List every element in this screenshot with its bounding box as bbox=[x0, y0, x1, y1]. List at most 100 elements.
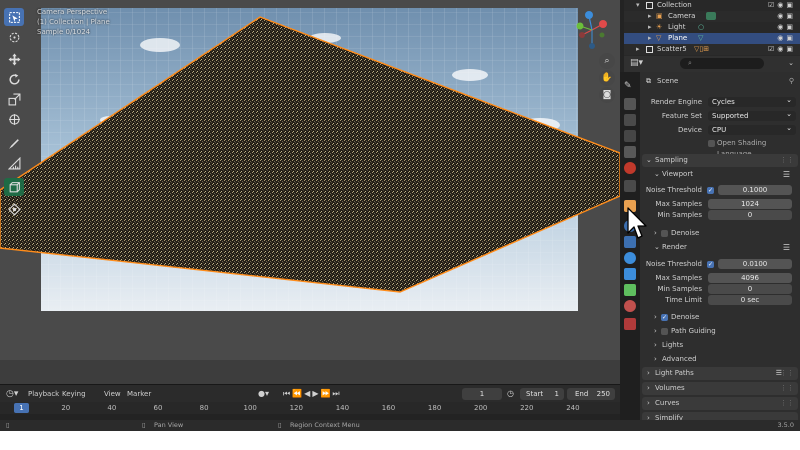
playback-controls-icon[interactable]: ⏮⏪◀▶⏩⏭ bbox=[283, 385, 342, 403]
outliner-row-light[interactable]: ▸ ☀ Light ○ ◉▣ bbox=[624, 22, 800, 33]
expand-arrow-icon[interactable]: ▾ bbox=[636, 0, 640, 11]
simplify-panel-header[interactable]: › Simplify bbox=[642, 412, 798, 420]
vp-min-samples-field[interactable]: 0 bbox=[708, 210, 792, 220]
outliner-row-plane[interactable]: ▸ ▽ Plane ▽ ◉▣ bbox=[624, 33, 800, 44]
vp-noise-threshold-checkbox[interactable]: ✓ bbox=[707, 187, 714, 194]
mesh-object-icon: ▽ bbox=[656, 34, 662, 42]
viewport-subpanel-header[interactable]: ⌄ Viewport ☰ bbox=[640, 169, 800, 180]
scene-tab-icon[interactable] bbox=[624, 146, 636, 158]
r-max-samples-field[interactable]: 4096 bbox=[708, 273, 792, 283]
vp-max-samples-field[interactable]: 1024 bbox=[708, 199, 792, 209]
world-tab-icon[interactable] bbox=[624, 162, 636, 174]
options-chevron-icon[interactable]: ⌄ bbox=[788, 59, 794, 67]
path-guiding-checkbox[interactable] bbox=[661, 328, 668, 335]
expand-arrow-icon[interactable]: ▸ bbox=[648, 11, 652, 22]
cursor-icon[interactable] bbox=[4, 28, 24, 46]
current-frame-field[interactable]: 1 bbox=[462, 388, 502, 400]
outliner-row-collection[interactable]: ▾ Collection ☑◉▣ bbox=[624, 0, 800, 11]
editor-type-clock-icon[interactable]: ◷▾ bbox=[6, 385, 18, 403]
r-denoise-subpanel[interactable]: › ✓ Denoise bbox=[640, 312, 800, 323]
zoom-icon[interactable]: ⌕ bbox=[599, 53, 615, 69]
pin-icon[interactable]: ⚲ bbox=[789, 76, 794, 87]
visibility-toggles-icon[interactable]: ☑◉▣ bbox=[768, 44, 796, 55]
output-tab-icon[interactable] bbox=[624, 114, 636, 126]
vp-min-samples-row: Min Samples 0 bbox=[640, 210, 800, 221]
transform-icon[interactable] bbox=[4, 110, 24, 128]
light-paths-panel-header[interactable]: › Light Paths ☰ ⋮⋮ bbox=[642, 367, 798, 380]
measure-icon[interactable] bbox=[4, 154, 24, 172]
drag-handle-icon[interactable]: ⋮⋮ bbox=[780, 397, 794, 410]
vp-denoise-checkbox[interactable] bbox=[661, 230, 668, 237]
vp-noise-threshold-field[interactable]: 0.1000 bbox=[718, 185, 792, 195]
ruler-tick-label: 160 bbox=[381, 404, 396, 412]
pan-hand-icon[interactable]: ✋ bbox=[599, 70, 615, 86]
move-icon[interactable] bbox=[4, 50, 24, 68]
physics-tab-icon[interactable] bbox=[624, 252, 636, 264]
volumes-panel-header[interactable]: › Volumes ⋮⋮ bbox=[642, 382, 798, 395]
record-icon[interactable]: ●▾ bbox=[258, 385, 269, 403]
r-noise-threshold-label: Noise Threshold bbox=[645, 260, 702, 268]
scatter-icon[interactable] bbox=[4, 200, 24, 218]
view-layer-tab-icon[interactable] bbox=[624, 130, 636, 142]
curves-panel-header[interactable]: › Curves ⋮⋮ bbox=[642, 397, 798, 410]
visibility-toggles-icon[interactable]: ◉▣ bbox=[777, 11, 796, 22]
render-subpanel-header[interactable]: ⌄ Render ☰ bbox=[640, 242, 800, 253]
annotate-icon[interactable] bbox=[4, 134, 24, 152]
advanced-subpanel[interactable]: › Advanced bbox=[640, 354, 800, 365]
properties-search-input[interactable]: ⌕ bbox=[680, 58, 764, 69]
menu-marker[interactable]: Marker bbox=[127, 385, 151, 403]
vp-denoise-subpanel[interactable]: › Denoise bbox=[640, 228, 800, 239]
rotate-icon[interactable] bbox=[4, 70, 24, 88]
sampling-panel-header[interactable]: ⌄ Sampling ⋮⋮ bbox=[642, 154, 798, 167]
feature-set-dropdown[interactable]: Supported bbox=[708, 109, 796, 121]
drag-handle-icon[interactable]: ⋮⋮ bbox=[780, 367, 794, 380]
render-engine-label: Render Engine bbox=[650, 98, 702, 106]
editor-type-icon[interactable]: ▤▾ bbox=[630, 58, 643, 68]
drag-handle-icon[interactable]: ⋮⋮ bbox=[780, 382, 794, 395]
menu-view[interactable]: View bbox=[104, 385, 121, 403]
drag-handle-icon[interactable]: ⋮⋮ bbox=[780, 154, 794, 167]
expand-arrow-icon[interactable]: ▸ bbox=[648, 33, 652, 44]
r-noise-threshold-field[interactable]: 0.0100 bbox=[718, 259, 792, 269]
start-frame-field[interactable]: Start 1 bbox=[520, 388, 564, 400]
expand-arrow-icon[interactable]: ▸ bbox=[636, 44, 640, 55]
preview-range-clock-icon[interactable]: ◷ bbox=[507, 385, 514, 403]
constraints-tab-icon[interactable] bbox=[624, 268, 636, 280]
scene-icon: ⧉ bbox=[646, 77, 651, 85]
r-min-samples-field[interactable]: 0 bbox=[708, 284, 792, 294]
end-frame-field[interactable]: End 250 bbox=[567, 388, 615, 400]
menu-playback[interactable]: Playback bbox=[28, 385, 59, 403]
outliner-row-scatter[interactable]: ▸ Scatter5 ▽▯⊞ ☑◉▣ bbox=[624, 44, 800, 55]
r-noise-threshold-checkbox[interactable]: ✓ bbox=[707, 261, 714, 268]
mesh-data-icon: ▽ bbox=[698, 34, 704, 42]
render-engine-dropdown[interactable]: Cycles bbox=[708, 95, 796, 107]
add-cube-icon[interactable] bbox=[4, 178, 24, 196]
r-time-limit-field[interactable]: 0 sec bbox=[708, 295, 792, 305]
osl-checkbox[interactable] bbox=[708, 140, 715, 147]
expand-arrow-icon[interactable]: ▸ bbox=[648, 22, 652, 33]
timeline-ruler[interactable]: 1 20 40 60 80 100 120 140 160 180 200 220 240 bbox=[0, 402, 620, 414]
select-box-icon[interactable] bbox=[4, 8, 24, 26]
camera-view-icon[interactable]: ◙ bbox=[599, 87, 615, 103]
visibility-toggles-icon[interactable]: ☑◉▣ bbox=[768, 0, 796, 11]
material-tab-icon[interactable] bbox=[624, 300, 636, 312]
render-tab-icon[interactable] bbox=[624, 98, 636, 110]
data-tab-icon[interactable] bbox=[624, 284, 636, 296]
tool-tab-icon[interactable]: ✎ bbox=[624, 80, 636, 92]
r-denoise-checkbox[interactable]: ✓ bbox=[661, 314, 668, 321]
visibility-toggles-icon[interactable]: ◉▣ bbox=[777, 33, 796, 44]
device-dropdown[interactable]: CPU bbox=[708, 123, 796, 135]
visibility-toggles-icon[interactable]: ◉▣ bbox=[777, 22, 796, 33]
3d-viewport[interactable]: Camera Perspective (1) Collection | Plan… bbox=[0, 0, 620, 384]
texture-tab-icon[interactable] bbox=[624, 318, 636, 330]
lights-subpanel[interactable]: › Lights bbox=[640, 340, 800, 351]
collection-tab-icon[interactable] bbox=[624, 180, 636, 192]
presets-list-icon[interactable]: ☰ bbox=[783, 169, 790, 180]
navigation-gizmo[interactable] bbox=[572, 10, 612, 52]
frame-cursor[interactable]: 1 bbox=[14, 403, 29, 413]
path-guiding-subpanel[interactable]: › Path Guiding bbox=[640, 326, 800, 337]
presets-list-icon[interactable]: ☰ bbox=[783, 242, 790, 253]
scale-icon[interactable] bbox=[4, 90, 24, 108]
menu-keying[interactable]: Keying bbox=[62, 385, 92, 403]
outliner-row-camera[interactable]: ▸ ▣ Camera ◉▣ bbox=[624, 11, 800, 22]
